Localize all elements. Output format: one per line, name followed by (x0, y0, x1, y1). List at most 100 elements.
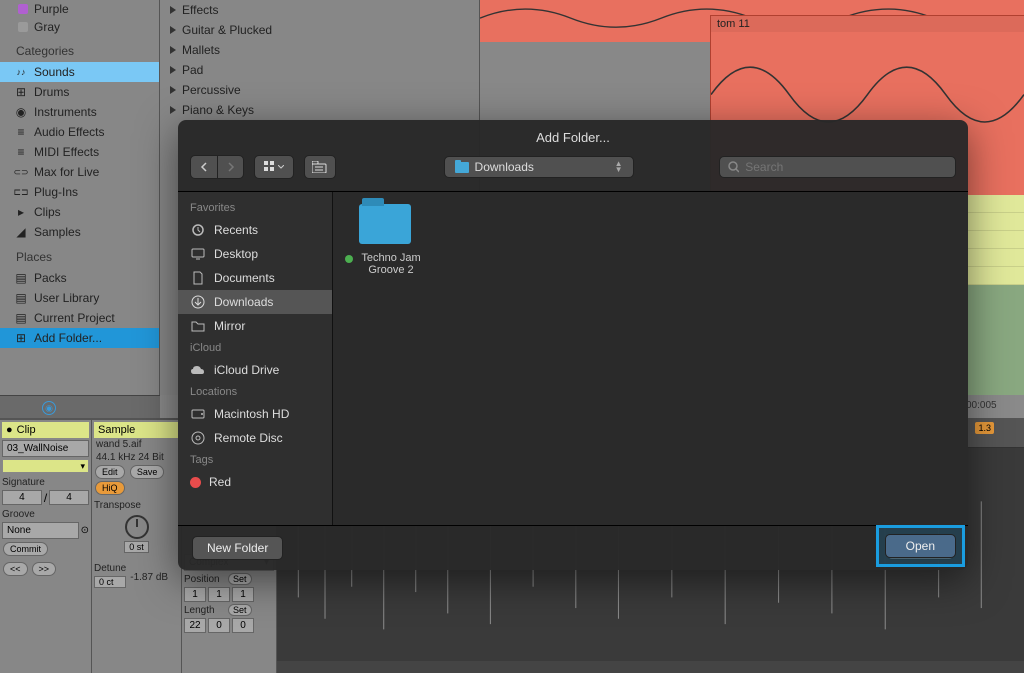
clips-icon (14, 206, 28, 218)
category-label: Instruments (34, 105, 97, 119)
search-field[interactable] (719, 156, 956, 178)
place-user-library[interactable]: User Library (0, 288, 159, 308)
category-plugins[interactable]: Plug-Ins (0, 182, 159, 202)
library-item[interactable]: Pad (160, 60, 479, 80)
folder-item[interactable]: Techno Jam Groove 2 (345, 204, 425, 276)
user-library-icon (14, 292, 28, 304)
disclosure-triangle-icon (170, 6, 176, 14)
dialog-title: Add Folder... (178, 120, 968, 153)
signature-label: Signature (2, 477, 89, 488)
sidebar-item-mirror[interactable]: Mirror (178, 314, 332, 338)
place-packs[interactable]: Packs (0, 268, 159, 288)
recents-icon (190, 224, 206, 237)
groove-hotswap-icon[interactable]: ⊙ (81, 525, 89, 536)
category-instruments[interactable]: Instruments (0, 102, 159, 122)
view-mode-button[interactable] (254, 155, 294, 179)
library-item[interactable]: Piano & Keys (160, 100, 479, 120)
clip-name-field[interactable]: 03_WallNoise (2, 440, 89, 457)
hiq-button[interactable]: HiQ (95, 481, 125, 495)
search-input[interactable] (745, 160, 947, 174)
length-sixteenths[interactable]: 0 (232, 618, 254, 633)
sidebar-item-desktop[interactable]: Desktop (178, 242, 332, 266)
open-button-highlight: Open (876, 525, 965, 567)
library-label: Piano & Keys (182, 103, 254, 117)
edit-button[interactable]: Edit (95, 465, 125, 479)
library-item[interactable]: Percussive (160, 80, 479, 100)
sidebar-item-recents[interactable]: Recents (178, 218, 332, 242)
sidebar-item-downloads[interactable]: Downloads (178, 290, 332, 314)
library-item[interactable]: Guitar & Plucked (160, 20, 479, 40)
back-button[interactable] (191, 156, 217, 178)
tags-header: Tags (178, 450, 332, 470)
signature-numerator[interactable]: 4 (2, 490, 42, 505)
position-sixteenths[interactable]: 1 (232, 587, 254, 602)
position-bars[interactable]: 1 (184, 587, 206, 602)
open-button[interactable]: Open (885, 534, 956, 558)
folder-icon (455, 162, 469, 173)
save-button[interactable]: Save (130, 465, 165, 479)
disclosure-triangle-icon (170, 46, 176, 54)
sidebar-tag-red[interactable]: Red (178, 470, 332, 494)
next-button[interactable]: >> (32, 562, 57, 576)
category-clips[interactable]: Clips (0, 202, 159, 222)
color-tag-gray[interactable]: Gray (0, 18, 159, 36)
add-folder-button[interactable]: Add Folder... (0, 328, 159, 348)
sidebar-label: Documents (214, 271, 275, 285)
sidebar-item-remote-disc[interactable]: Remote Disc (178, 426, 332, 450)
detune-value[interactable]: 0 ct (94, 576, 126, 588)
commit-button[interactable]: Commit (3, 542, 48, 556)
disclosure-triangle-icon (170, 106, 176, 114)
position-set-button[interactable]: Set (228, 573, 252, 585)
sidebar-label: Downloads (214, 295, 273, 309)
gain-display[interactable]: -1.87 dB (130, 572, 168, 583)
tag-dot-icon (190, 477, 201, 488)
sidebar-item-macintosh-hd[interactable]: Macintosh HD (178, 402, 332, 426)
category-drums[interactable]: Drums (0, 82, 159, 102)
category-label: MIDI Effects (34, 145, 99, 159)
project-icon (14, 312, 28, 324)
sample-filename[interactable]: wand 5.aif (94, 438, 179, 451)
desktop-icon (190, 248, 206, 261)
library-label: Pad (182, 63, 203, 77)
detune-label: Detune (94, 563, 126, 574)
transpose-value[interactable]: 0 st (124, 541, 149, 553)
documents-icon (190, 272, 206, 285)
color-tag-purple[interactable]: Purple (0, 0, 159, 18)
category-samples[interactable]: Samples (0, 222, 159, 242)
disclosure-triangle-icon (170, 66, 176, 74)
group-button[interactable] (304, 155, 336, 179)
category-max-for-live[interactable]: Max for Live (0, 162, 159, 182)
downloads-icon (190, 296, 206, 309)
library-item[interactable]: Effects (160, 0, 479, 20)
place-current-project[interactable]: Current Project (0, 308, 159, 328)
position-beats[interactable]: 1 (208, 587, 230, 602)
icloud-header: iCloud (178, 338, 332, 358)
category-sounds[interactable]: Sounds (0, 62, 159, 82)
forward-button[interactable] (217, 156, 243, 178)
folder-grouped-icon (312, 161, 328, 173)
library-item[interactable]: Mallets (160, 40, 479, 60)
file-list[interactable]: Techno Jam Groove 2 (333, 192, 968, 525)
clip-color-picker[interactable]: ▾ (2, 459, 89, 473)
signature-denominator[interactable]: 4 (49, 490, 89, 505)
category-label: Clips (34, 205, 61, 219)
new-folder-button[interactable]: New Folder (192, 536, 283, 560)
sidebar-item-documents[interactable]: Documents (178, 266, 332, 290)
add-icon (14, 332, 28, 344)
location-dropdown[interactable]: Downloads ▲▼ (444, 156, 634, 178)
warp-marker[interactable]: 1.3 (975, 422, 994, 434)
category-audio-effects[interactable]: Audio Effects (0, 122, 159, 142)
packs-icon (14, 272, 28, 284)
groove-select[interactable]: None (2, 522, 79, 539)
length-bars[interactable]: 22 (184, 618, 206, 633)
browser-panel: Purple Gray Categories Sounds Drums Inst… (0, 0, 160, 395)
category-midi-effects[interactable]: MIDI Effects (0, 142, 159, 162)
position-label: Position (184, 574, 226, 585)
sidebar-item-icloud-drive[interactable]: iCloud Drive (178, 358, 332, 382)
length-set-button[interactable]: Set (228, 604, 252, 616)
prev-button[interactable]: << (3, 562, 28, 576)
preview-indicator-icon[interactable]: ◉ (42, 401, 56, 415)
transpose-knob[interactable] (125, 515, 149, 539)
folder-icon (190, 320, 206, 333)
length-beats[interactable]: 0 (208, 618, 230, 633)
